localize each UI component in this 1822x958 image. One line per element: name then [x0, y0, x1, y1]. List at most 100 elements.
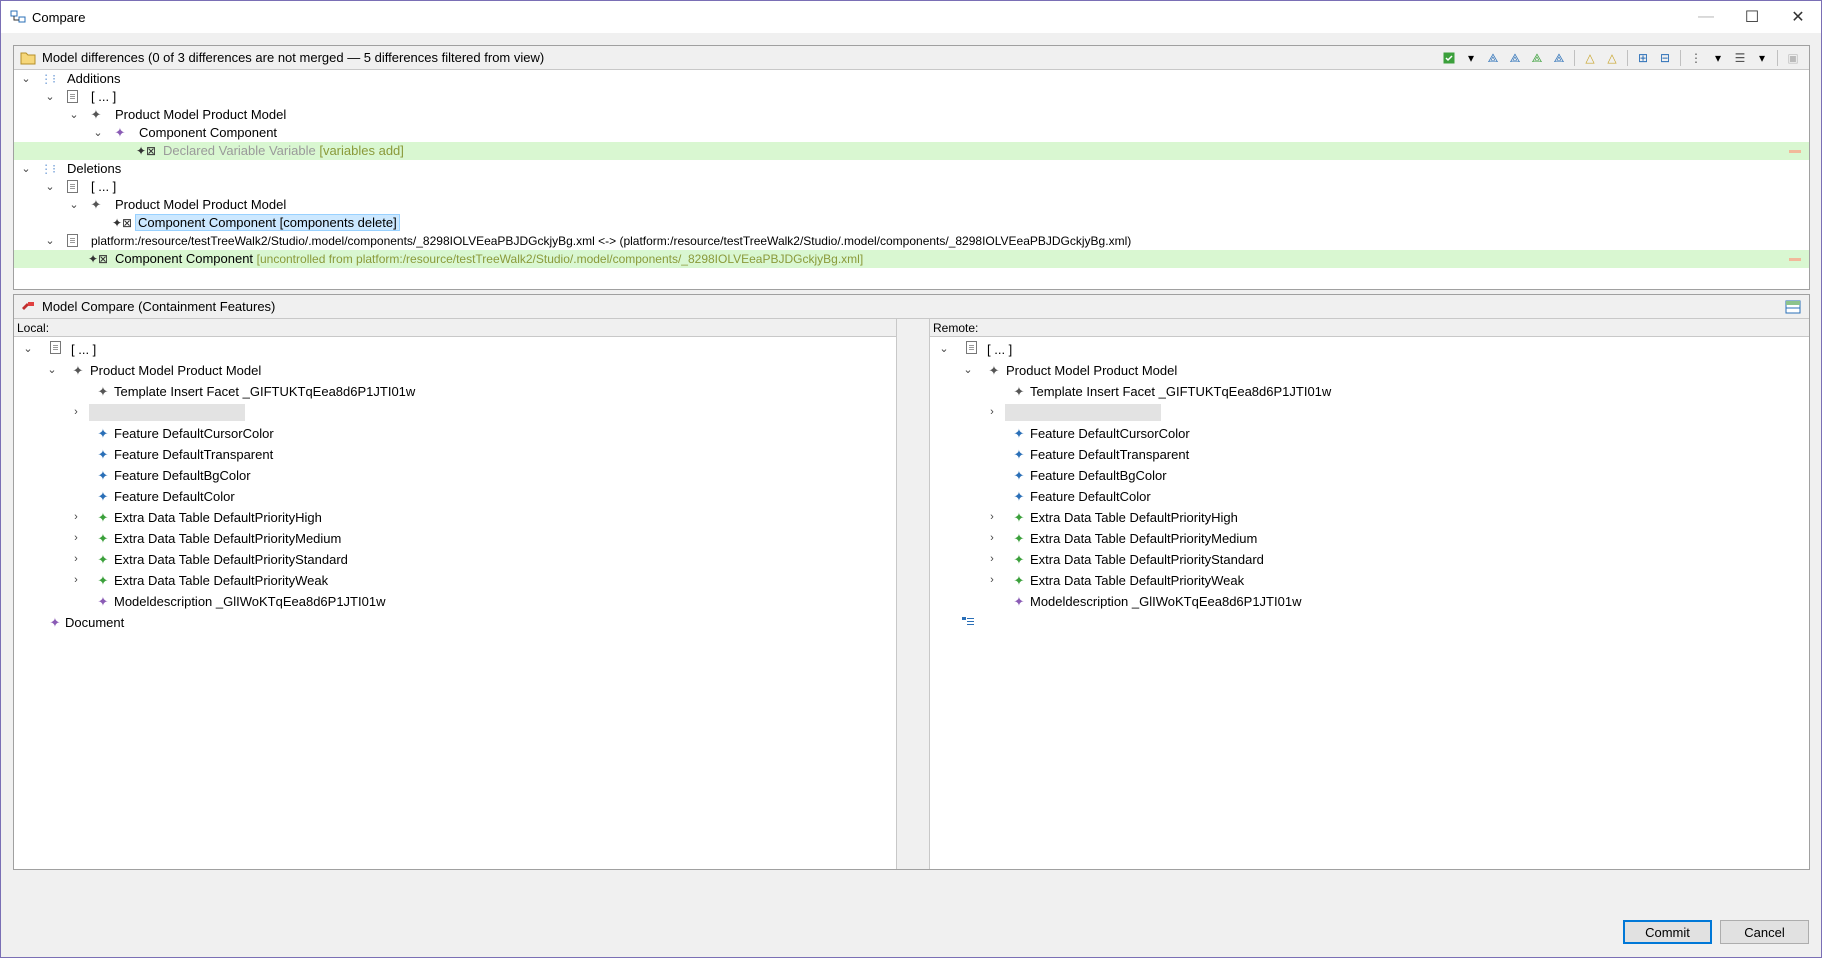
- tree-row-extra-data-table[interactable]: › ✦ Extra Data Table DefaultPriorityHigh: [930, 507, 1809, 528]
- model-element-icon: ✦: [72, 363, 84, 378]
- tree-row-placeholder[interactable]: ›: [14, 402, 896, 423]
- tree-row-product-model[interactable]: ⌄ ✦ Product Model Product Model: [14, 360, 896, 381]
- tree-row-feature[interactable]: ✦ Feature DefaultColor: [930, 486, 1809, 507]
- accept-all-icon[interactable]: ⟁: [1527, 49, 1547, 67]
- cancel-button[interactable]: Cancel: [1720, 920, 1809, 944]
- collapse-all-icon[interactable]: ⊟: [1655, 49, 1675, 67]
- tree-row-resource[interactable]: ⌄ [ ... ]: [14, 178, 1809, 196]
- tree-row-feature[interactable]: ✦ Feature DefaultBgColor: [14, 465, 896, 486]
- tree-row-feature[interactable]: ✦ Feature DefaultBgColor: [930, 465, 1809, 486]
- maximize-button[interactable]: ☐: [1729, 1, 1775, 33]
- group-dropdown-icon[interactable]: ▾: [1708, 49, 1728, 67]
- tree-row-extra-data-table[interactable]: › ✦ Extra Data Table DefaultPriorityStan…: [14, 549, 896, 570]
- tree-row-template-facet[interactable]: ✦ Template Insert Facet _GIFTUKTqEea8d6P…: [930, 381, 1809, 402]
- chevron-right-icon[interactable]: ›: [985, 402, 999, 420]
- chevron-down-icon[interactable]: ⌄: [21, 339, 35, 357]
- tree-row-label: Extra Data Table DefaultPriorityHigh: [114, 510, 322, 525]
- chevron-right-icon[interactable]: ›: [985, 570, 999, 588]
- chevron-down-icon[interactable]: ⌄: [937, 339, 951, 357]
- commit-button[interactable]: Commit: [1623, 920, 1712, 944]
- previous-difference-icon[interactable]: △: [1602, 49, 1622, 67]
- chevron-down-icon[interactable]: ⌄: [19, 70, 33, 88]
- filters-dropdown-icon[interactable]: ▾: [1752, 49, 1772, 67]
- tree-row-product-model[interactable]: ⌄ ✦ Product Model Product Model: [14, 196, 1809, 214]
- expand-all-icon[interactable]: ⊞: [1633, 49, 1653, 67]
- tree-row-label: Product Model Product Model: [115, 107, 287, 122]
- feature-icon: ✦: [97, 447, 109, 462]
- chevron-down-icon[interactable]: ⌄: [43, 88, 57, 106]
- tree-row-missing-document[interactable]: [930, 612, 1809, 633]
- extra-data-table-icon: ✦: [97, 552, 109, 567]
- reject-all-icon[interactable]: ⟁: [1549, 49, 1569, 67]
- close-button[interactable]: ✕: [1775, 1, 1821, 33]
- chevron-right-icon[interactable]: ›: [69, 549, 83, 567]
- tree-row-component-uncontrolled[interactable]: ✦⊠ Component Component [uncontrolled fro…: [14, 250, 1809, 268]
- chevron-right-icon[interactable]: ›: [985, 507, 999, 525]
- tree-row-product-model[interactable]: ⌄ ✦ Product Model Product Model: [14, 106, 1809, 124]
- window-title: Compare: [32, 9, 86, 25]
- tree-row-declared-variable[interactable]: ✦⊠ Declared Variable Variable [variables…: [14, 142, 1809, 160]
- tree-row-template-facet[interactable]: ✦ Template Insert Facet _GIFTUKTqEea8d6P…: [14, 381, 896, 402]
- chevron-right-icon[interactable]: ›: [69, 402, 83, 420]
- tree-row-resource[interactable]: ⌄ [ ... ]: [14, 88, 1809, 106]
- facet-icon: ✦: [1013, 384, 1025, 399]
- tree-row-modeldescription[interactable]: ✦ Modeldescription _GlIWoKTqEea8d6P1JTI0…: [14, 591, 896, 612]
- tree-row-feature[interactable]: ✦ Feature DefaultTransparent: [930, 444, 1809, 465]
- chevron-right-icon[interactable]: ›: [985, 528, 999, 546]
- tree-row-additions[interactable]: ⌄ ⋮⁝ Additions: [14, 70, 1809, 88]
- tree-row-feature[interactable]: ✦ Feature DefaultTransparent: [14, 444, 896, 465]
- chevron-right-icon[interactable]: ›: [69, 507, 83, 525]
- tree-row-placeholder[interactable]: ›: [930, 402, 1809, 423]
- chevron-down-icon[interactable]: ⌄: [961, 360, 975, 378]
- chevron-down-icon[interactable]: ⌄: [91, 124, 105, 142]
- layout-toggle-icon[interactable]: [1783, 298, 1803, 316]
- feature-icon: ✦: [1013, 426, 1025, 441]
- tree-row-modeldescription[interactable]: ✦ Modeldescription _GlIWoKTqEea8d6P1JTI0…: [930, 591, 1809, 612]
- tree-row-resource[interactable]: ⌄ [ ... ]: [930, 339, 1809, 360]
- filters-icon[interactable]: ☰: [1730, 49, 1750, 67]
- tree-row-extra-data-table[interactable]: › ✦ Extra Data Table DefaultPriorityMedi…: [930, 528, 1809, 549]
- tree-row-feature[interactable]: ✦ Feature DefaultColor: [14, 486, 896, 507]
- reject-change-icon[interactable]: ⟁: [1505, 49, 1525, 67]
- tree-row-feature[interactable]: ✦ Feature DefaultCursorColor: [930, 423, 1809, 444]
- chevron-right-icon[interactable]: ›: [985, 549, 999, 567]
- tree-row-extra-data-table[interactable]: › ✦ Extra Data Table DefaultPriorityHigh: [14, 507, 896, 528]
- tree-row-deletions[interactable]: ⌄ ⋮⁝ Deletions: [14, 160, 1809, 178]
- tree-row-extra-data-table[interactable]: › ✦ Extra Data Table DefaultPriorityWeak: [930, 570, 1809, 591]
- minimize-button[interactable]: —: [1683, 1, 1729, 33]
- chevron-down-icon[interactable]: ⌄: [19, 160, 33, 178]
- tree-row-extra-data-table[interactable]: › ✦ Extra Data Table DefaultPriorityStan…: [930, 549, 1809, 570]
- filter-dropdown-icon[interactable]: ▾: [1461, 49, 1481, 67]
- save-icon[interactable]: ▣: [1783, 49, 1803, 67]
- tree-row-document[interactable]: ✦ Document: [14, 612, 896, 633]
- document-icon: [64, 232, 80, 250]
- chevron-down-icon[interactable]: ⌄: [45, 360, 59, 378]
- tree-row-extra-data-table[interactable]: › ✦ Extra Data Table DefaultPriorityMedi…: [14, 528, 896, 549]
- tree-row-extra-data-table[interactable]: › ✦ Extra Data Table DefaultPriorityWeak: [14, 570, 896, 591]
- difference-kind: [variables add]: [319, 143, 404, 158]
- differences-toolbar: ▾ ⟁ ⟁ ⟁ ⟁ △ △ ⊞ ⊟ ⋮ ▾ ☰ ▾ ▣: [1439, 49, 1803, 67]
- chevron-down-icon[interactable]: ⌄: [43, 178, 57, 196]
- tree-row-resource-mapping[interactable]: ⌄ platform:/resource/testTreeWalk2/Studi…: [14, 232, 1809, 250]
- chevron-down-icon[interactable]: ⌄: [43, 232, 57, 250]
- tree-row-resource[interactable]: ⌄ [ ... ]: [14, 339, 896, 360]
- placeholder-element: [1005, 404, 1161, 421]
- chevron-right-icon[interactable]: ›: [69, 528, 83, 546]
- remote-label: Remote:: [930, 319, 1809, 337]
- next-difference-icon[interactable]: △: [1580, 49, 1600, 67]
- filter-check-icon[interactable]: [1439, 49, 1459, 67]
- tree-row-label: [ ... ]: [987, 342, 1013, 357]
- chevron-down-icon[interactable]: ⌄: [67, 106, 81, 124]
- chevron-down-icon[interactable]: ⌄: [67, 196, 81, 214]
- compare-gutter[interactable]: [896, 319, 930, 869]
- tree-row-label: platform:/resource/testTreeWalk2/Studio/…: [91, 234, 1132, 248]
- tree-row-feature[interactable]: ✦ Feature DefaultCursorColor: [14, 423, 896, 444]
- tree-row-label: Extra Data Table DefaultPriorityWeak: [114, 573, 329, 588]
- chevron-right-icon[interactable]: ›: [69, 570, 83, 588]
- tree-row-component[interactable]: ⌄ ✦ Component Component: [14, 124, 1809, 142]
- group-icon[interactable]: ⋮: [1686, 49, 1706, 67]
- difference-marker: [1789, 258, 1801, 261]
- tree-row-product-model[interactable]: ⌄ ✦ Product Model Product Model: [930, 360, 1809, 381]
- accept-change-icon[interactable]: ⟁: [1483, 49, 1503, 67]
- tree-row-component-delete[interactable]: ✦⊠ Component Component [components delet…: [14, 214, 1809, 232]
